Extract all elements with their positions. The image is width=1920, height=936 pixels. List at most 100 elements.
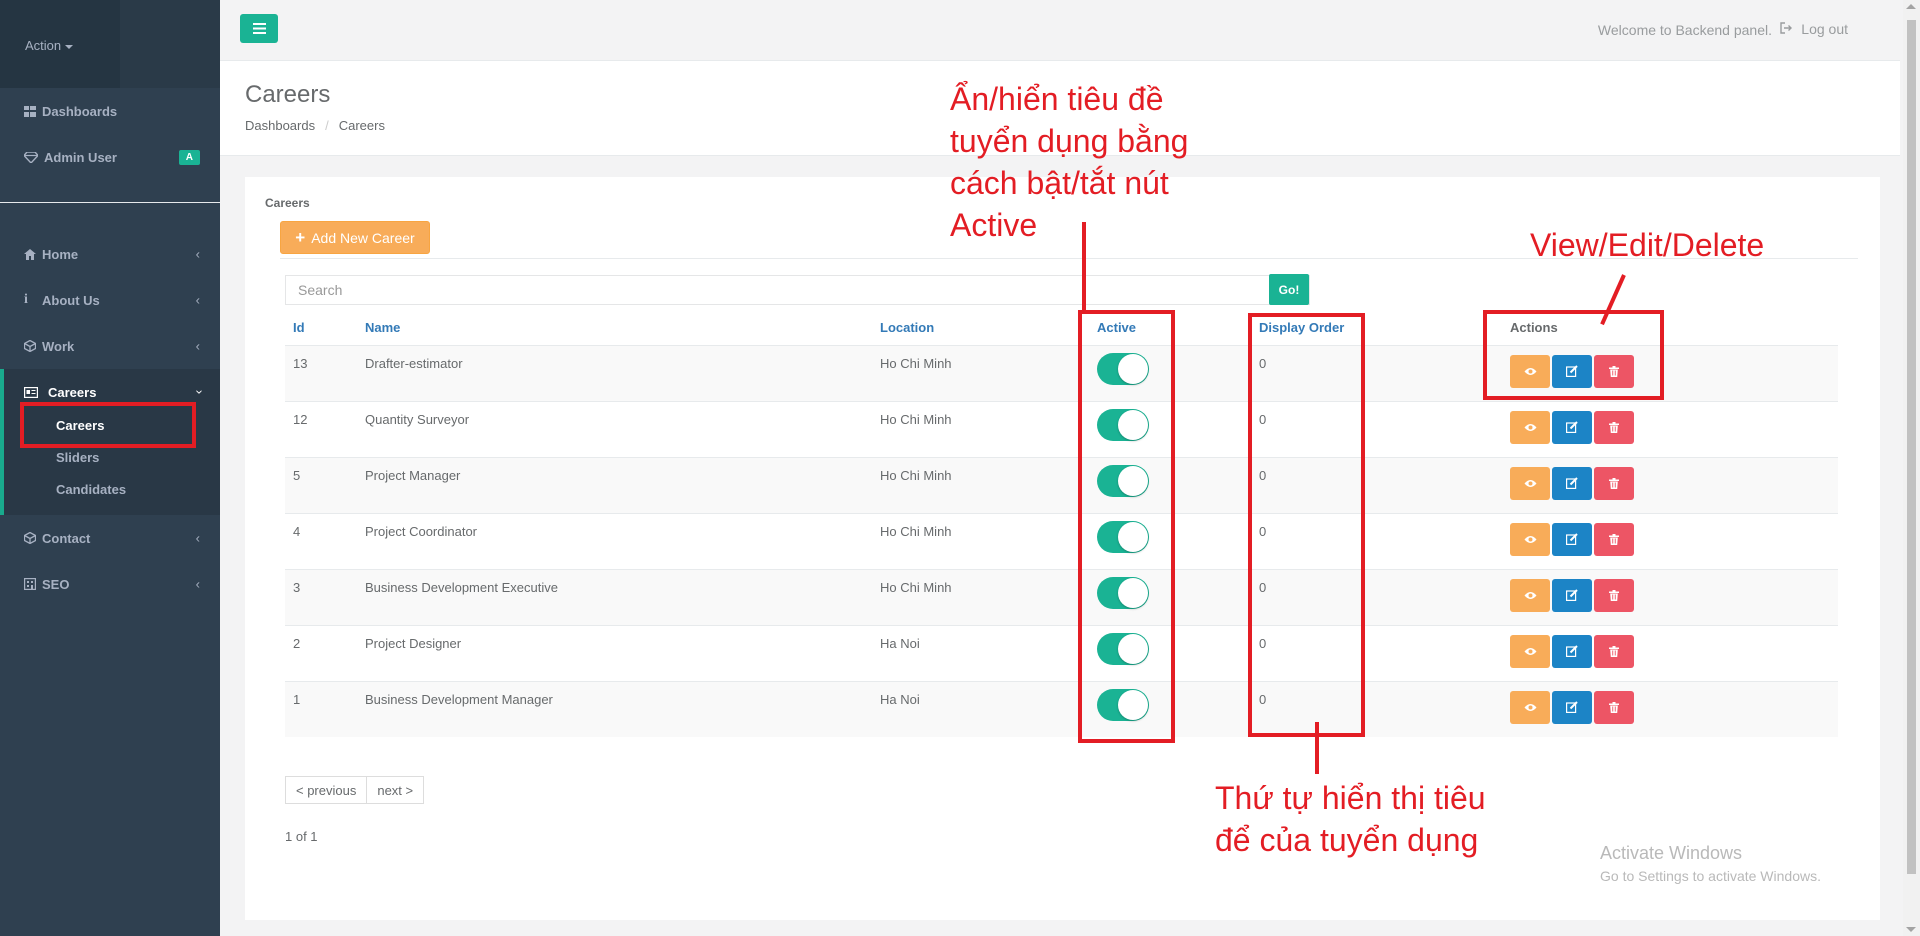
- chevron-left-icon: ‹: [195, 576, 200, 592]
- page-title: Careers: [245, 81, 331, 108]
- edit-button[interactable]: [1552, 634, 1592, 668]
- add-new-career-button[interactable]: + Add New Career: [280, 221, 430, 254]
- view-button[interactable]: [1510, 410, 1550, 444]
- delete-button[interactable]: [1594, 690, 1634, 724]
- row-actions: [1510, 466, 1830, 500]
- careers-panel: Careers + Add New Career Go! Id Name Loc…: [245, 177, 1880, 920]
- previous-page-button[interactable]: < previous: [285, 776, 368, 804]
- view-button[interactable]: [1510, 522, 1550, 556]
- table-row: 3 Business Development Executive Ho Chi Mi…: [285, 568, 1838, 625]
- eye-icon: [1524, 479, 1536, 487]
- delete-button[interactable]: [1594, 410, 1634, 444]
- sidebar-item-home[interactable]: Home ‹: [0, 231, 220, 277]
- row-actions: [1510, 522, 1830, 556]
- row-actions: [1510, 578, 1830, 612]
- cell-location: Ha Noi: [872, 680, 1089, 737]
- view-button[interactable]: [1510, 690, 1550, 724]
- delete-button[interactable]: [1594, 466, 1634, 500]
- view-button[interactable]: [1510, 634, 1550, 668]
- view-button[interactable]: [1510, 578, 1550, 612]
- sidebar-subitem-candidates[interactable]: Candidates: [4, 473, 220, 505]
- row-actions: [1510, 634, 1830, 668]
- go-button[interactable]: Go!: [1269, 274, 1309, 305]
- eye-icon: [1524, 703, 1536, 711]
- delete-button[interactable]: [1594, 522, 1634, 556]
- sign-out-icon: [1780, 21, 1793, 37]
- cell-id: 2: [285, 624, 357, 681]
- scroll-down-arrow-icon[interactable]: [1906, 927, 1916, 932]
- breadcrumb-separator: /: [325, 118, 329, 133]
- breadcrumb: Dashboards / Careers: [245, 118, 385, 133]
- cell-name: Project Designer: [357, 624, 872, 681]
- annotation-order-note: Thứ tự hiển thị tiêu để của tuyển dụng: [1215, 777, 1486, 861]
- breadcrumb-dashboards[interactable]: Dashboards: [245, 118, 315, 133]
- sidebar-item-label: Home: [42, 246, 79, 262]
- header-decoration: [120, 0, 220, 88]
- cell-actions: [1502, 400, 1838, 457]
- cell-actions: [1502, 624, 1838, 681]
- search-input[interactable]: [285, 275, 1310, 305]
- eye-icon: [1524, 647, 1536, 655]
- logout-link[interactable]: Log out: [1780, 21, 1848, 37]
- top-navbar: Welcome to Backend panel. Log out: [220, 0, 1900, 61]
- annotation-box-display-order: [1248, 313, 1365, 737]
- sidebar-item-admin-user[interactable]: Admin User A: [0, 134, 220, 180]
- edit-button[interactable]: [1552, 578, 1592, 612]
- edit-button[interactable]: [1552, 466, 1592, 500]
- sidebar-item-dashboards[interactable]: Dashboards: [0, 88, 220, 134]
- scroll-up-arrow-icon[interactable]: [1906, 4, 1916, 9]
- cube-icon: [24, 532, 42, 544]
- page-info: 1 of 1: [285, 829, 318, 844]
- panel-title: Careers: [265, 196, 310, 210]
- column-header-name[interactable]: Name: [357, 311, 872, 346]
- edit-icon: [1566, 589, 1578, 601]
- sidebar-item-contact[interactable]: Contact ‹: [0, 515, 220, 561]
- column-header-location[interactable]: Location: [872, 311, 1089, 346]
- column-header-id[interactable]: Id: [285, 311, 357, 346]
- cell-name: Project Manager: [357, 456, 872, 513]
- chevron-left-icon: ‹: [195, 246, 200, 262]
- info-icon: i: [24, 292, 28, 307]
- trash-icon: [1609, 533, 1619, 545]
- edit-button[interactable]: [1552, 522, 1592, 556]
- window-scrollbar[interactable]: [1903, 0, 1920, 936]
- sidebar-item-label: Admin User: [44, 149, 117, 165]
- row-actions: [1510, 410, 1830, 444]
- cell-id: 13: [285, 344, 357, 401]
- table-row: 1 Business Development Manager Ha Noi 0: [285, 680, 1838, 737]
- annotation-active-note: Ẩn/hiển tiêu đề tuyển dụng bằng cách bật…: [950, 78, 1188, 246]
- delete-button[interactable]: [1594, 634, 1634, 668]
- cell-actions: [1502, 568, 1838, 625]
- cell-id: 5: [285, 456, 357, 513]
- sidebar-item-label: SEO: [42, 576, 70, 592]
- menu-toggle-button[interactable]: [240, 14, 278, 43]
- edit-icon: [1566, 421, 1578, 433]
- annotation-line-active: [1082, 222, 1086, 310]
- chevron-left-icon: ‹: [195, 338, 200, 354]
- view-button[interactable]: [1510, 466, 1550, 500]
- edit-icon: [1566, 477, 1578, 489]
- sidebar-item-about-us[interactable]: i About Us ‹: [0, 277, 220, 323]
- cell-id: 3: [285, 568, 357, 625]
- id-card-icon: [24, 386, 48, 398]
- cell-location: Ho Chi Minh: [872, 344, 1089, 401]
- action-dropdown[interactable]: Action: [25, 38, 74, 53]
- annotation-line-order: [1315, 722, 1319, 774]
- edit-button[interactable]: [1552, 410, 1592, 444]
- cell-location: Ho Chi Minh: [872, 568, 1089, 625]
- caret-down-icon: [65, 44, 74, 49]
- scroll-thumb[interactable]: [1907, 20, 1916, 874]
- sidebar-divider: [0, 202, 220, 203]
- sidebar-item-work[interactable]: Work ‹: [0, 323, 220, 369]
- sidebar-item-seo[interactable]: SEO ‹: [0, 561, 220, 607]
- cell-name: Business Development Executive: [357, 568, 872, 625]
- diamond-icon: [24, 151, 44, 163]
- admin-badge: A: [178, 150, 200, 165]
- delete-button[interactable]: [1594, 578, 1634, 612]
- trash-icon: [1609, 589, 1619, 601]
- edit-button[interactable]: [1552, 690, 1592, 724]
- annotation-line: Active: [950, 207, 1038, 243]
- annotation-box-careers-subitem: [20, 402, 196, 448]
- breadcrumb-careers: Careers: [338, 118, 385, 133]
- next-page-button[interactable]: next >: [367, 776, 425, 804]
